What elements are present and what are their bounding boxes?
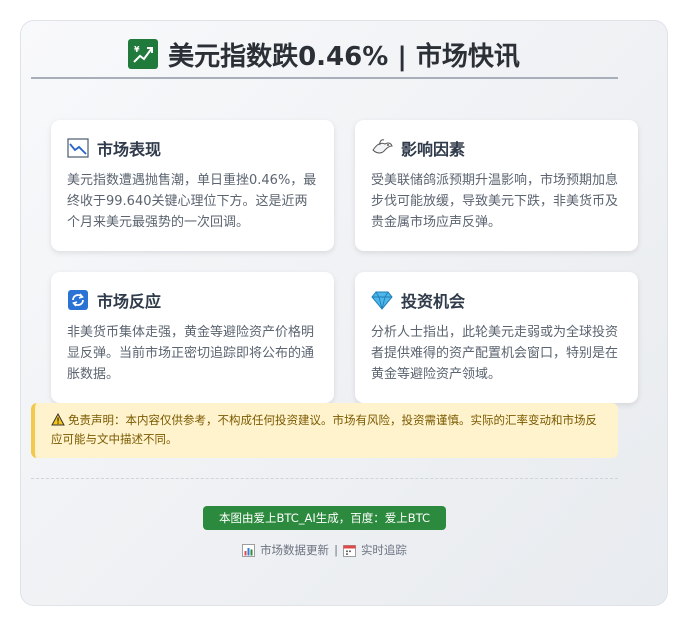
page-title-text: 美元指数跌0.46% | 市场快讯 [168, 41, 520, 72]
footer-separator: | [334, 543, 338, 557]
card-body: 非美货币集体走强，黄金等避险资产价格明显反弹。当前市场正密切追踪即将公布的通胀数… [67, 325, 315, 382]
disclaimer-notice: 免责声明：本内容仅供参考，不构成任何投资建议。市场有风险，投资需谨慎。实际的汇率… [31, 403, 618, 458]
card-title: 市场反应 [97, 292, 162, 311]
title-divider [31, 77, 618, 79]
card-body: 分析人士指出，此轮美元走弱或为全球投资者提供难得的资产配置机会窗口，特别是在黄金… [371, 325, 619, 382]
bar-chart-icon [242, 543, 255, 557]
page-title: ¥ 美元指数跌0.46% | 市场快讯 [31, 30, 617, 78]
refresh-icon [67, 289, 89, 311]
card-market-performance: 市场表现 美元指数遭遇抛售潮，单日重挫0.46%，最终收于99.640关键心理位… [51, 120, 334, 251]
card-investment-opportunity: 投资机会 分析人士指出，此轮美元走弱或为全球投资者提供难得的资产配置机会窗口，特… [355, 272, 638, 403]
card-title: 影响因素 [401, 140, 466, 159]
footer-data-update: 市场数据更新 [260, 543, 330, 557]
svg-text:¥: ¥ [134, 45, 140, 54]
chart-up-icon: ¥ [128, 39, 159, 69]
calendar-icon [343, 544, 356, 557]
card-title: 市场表现 [97, 140, 162, 159]
disclaimer-text: 免责声明：本内容仅供参考，不构成任何投资建议。市场有风险，投资需谨慎。实际的汇率… [51, 413, 597, 446]
dove-icon [371, 137, 393, 159]
footer-meta: 市场数据更新 | 实时追踪 [31, 541, 618, 559]
card-title: 投资机会 [401, 292, 466, 311]
card-body: 受美联储鸽派预期升温影响，市场预期加息步伐可能放缓，导致美元下跌，非美货币及贵金… [371, 173, 619, 230]
card-body: 美元指数遭遇抛售潮，单日重挫0.46%，最终收于99.640关键心理位下方。这是… [67, 173, 317, 230]
gem-icon [371, 289, 393, 311]
card-influence-factors: 影响因素 受美联储鸽派预期升温影响，市场预期加息步伐可能放缓，导致美元下跌，非美… [355, 120, 638, 251]
generator-badge: 本图由爱上BTC_AI生成，百度：爱上BTC [203, 506, 446, 530]
chart-down-icon [67, 137, 89, 159]
footer-divider [31, 478, 618, 479]
card-market-reaction: 市场反应 非美货币集体走强，黄金等避险资产价格明显反弹。当前市场正密切追踪即将公… [51, 272, 334, 403]
warning-icon [51, 412, 65, 431]
footer-realtime: 实时追踪 [360, 543, 407, 557]
